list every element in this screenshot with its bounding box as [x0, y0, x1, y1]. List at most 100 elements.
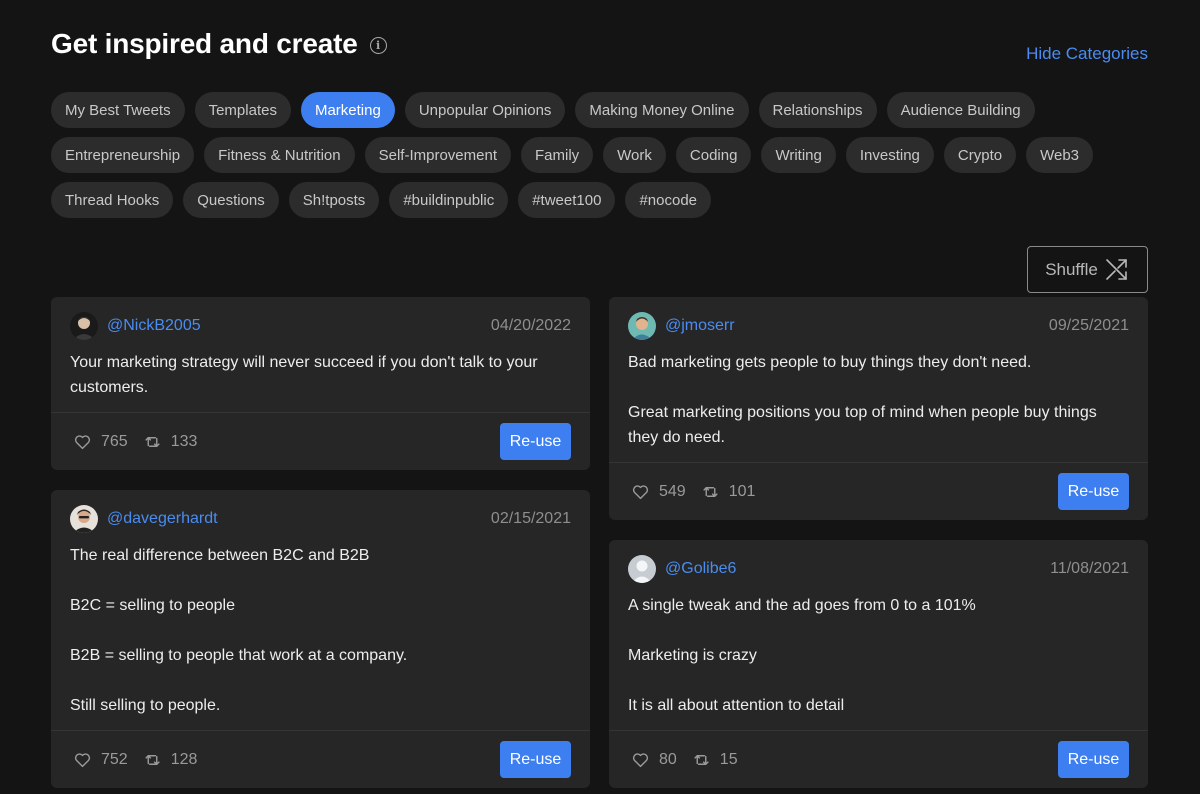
retweet-icon — [144, 752, 171, 768]
category-chip[interactable]: Making Money Online — [575, 92, 749, 128]
tweet-paragraph: B2B = selling to people that work at a c… — [70, 647, 408, 664]
tweet-meta: @davegerhardt 02/15/2021 — [70, 505, 571, 533]
tweet-paragraph — [628, 668, 1129, 693]
heart-icon — [632, 752, 659, 768]
category-chip[interactable]: Audience Building — [886, 92, 1035, 128]
retweet-stat[interactable]: 15 — [693, 751, 738, 769]
tweet-meta: @Golibe6 11/08/2021 — [628, 555, 1129, 583]
shuffle-label: Shuffle — [1045, 259, 1098, 279]
retweet-icon — [144, 434, 171, 450]
tweet-paragraph: A single tweak and the ad goes from 0 to… — [628, 597, 976, 614]
retweet-stat[interactable]: 133 — [144, 432, 198, 451]
retweet-stat[interactable]: 101 — [702, 482, 756, 501]
category-chips: My Best Tweets Templates Marketing Unpopula… — [51, 92, 1151, 218]
tweet-date: 09/25/2021 — [1048, 317, 1129, 334]
tweet-actions: 80 15 Re-use — [609, 730, 1148, 788]
shuffle-button[interactable]: Shuffle — [1027, 246, 1148, 293]
tweet-content: @davegerhardt 02/15/2021 The real differen… — [51, 490, 590, 730]
tweet-handle[interactable]: @Golibe6 — [665, 560, 736, 578]
like-stat[interactable]: 549 — [632, 483, 686, 501]
tweet-actions: 549 101 Re-use — [609, 462, 1148, 520]
tweet-actions: 752 128 Re-use — [51, 730, 590, 788]
category-chip[interactable]: #buildinpublic — [389, 182, 509, 218]
category-chip[interactable]: Templates — [194, 92, 291, 128]
tweet-text: Your marketing strategy will never succe… — [70, 350, 571, 400]
tweet-paragraph — [628, 375, 1129, 400]
tweet-date: 11/08/2021 — [1050, 560, 1129, 577]
tweet-text: A single tweak and the ad goes from 0 to… — [628, 593, 1129, 718]
category-chip[interactable]: Crypto — [943, 137, 1017, 173]
tweet-actions: 765 133 Re-use — [51, 412, 590, 470]
hide-categories-link[interactable]: Hide Categories — [1026, 44, 1148, 64]
tweet-handle[interactable]: @NickB2005 — [107, 317, 201, 335]
category-chip[interactable]: Entrepreneurship — [51, 137, 195, 173]
like-stat[interactable]: 80 — [632, 751, 677, 769]
category-chip[interactable]: Unpopular Opinions — [404, 92, 566, 128]
tweet-card: @davegerhardt 02/15/2021 The real differen… — [51, 490, 590, 788]
tweet-paragraph: It is all about attention to detail — [628, 697, 845, 714]
tweet-handle[interactable]: @davegerhardt — [107, 510, 218, 528]
like-count: 80 — [659, 750, 677, 768]
tweet-paragraph: Bad marketing gets people to buy things … — [628, 354, 1032, 371]
category-chip[interactable]: Family — [521, 137, 594, 173]
tweet-handle[interactable]: @jmoserr — [665, 317, 735, 335]
tweet-column-right: @jmoserr 09/25/2021 Bad marketing gets peo… — [609, 297, 1148, 794]
tweet-date: 02/15/2021 — [490, 510, 571, 527]
tweet-paragraph: Your marketing strategy will never succe… — [70, 354, 538, 396]
tweet-card: @NickB2005 04/20/2022 Your marketing strat… — [51, 297, 590, 470]
like-count: 752 — [101, 750, 128, 768]
tweet-card: @Golibe6 11/08/2021 A single tweak and the… — [609, 540, 1148, 788]
like-stat[interactable]: 752 — [74, 751, 128, 769]
tweet-paragraph: Still selling to people. — [70, 697, 221, 714]
tweet-paragraph — [628, 618, 1129, 643]
retweet-count: 15 — [719, 750, 738, 768]
info-icon[interactable]: i — [369, 36, 387, 54]
retweet-count: 101 — [728, 482, 756, 500]
avatar — [70, 505, 98, 533]
page-header: Get inspired and create i — [51, 28, 387, 60]
tweet-paragraph — [70, 618, 571, 643]
retweet-stat[interactable]: 128 — [144, 750, 198, 769]
category-chip[interactable]: Sh!tposts — [288, 182, 380, 218]
tweet-paragraph — [70, 568, 571, 593]
tweet-content: @jmoserr 09/25/2021 Bad marketing gets peo… — [609, 297, 1148, 462]
category-chip[interactable]: Thread Hooks — [51, 182, 174, 218]
category-chip[interactable]: Work — [603, 137, 666, 173]
category-chip[interactable]: #tweet100 — [518, 182, 616, 218]
category-chip[interactable]: Investing — [845, 137, 934, 173]
avatar — [628, 312, 656, 340]
reuse-button[interactable]: Re-use — [500, 423, 571, 460]
tweet-paragraph: B2C = selling to people — [70, 597, 235, 614]
category-chip[interactable]: Marketing — [300, 92, 395, 128]
like-count: 765 — [101, 432, 128, 450]
heart-icon — [632, 484, 659, 500]
tweet-meta: @NickB2005 04/20/2022 — [70, 312, 571, 340]
tweet-meta: @jmoserr 09/25/2021 — [628, 312, 1129, 340]
retweet-icon — [702, 484, 729, 500]
category-chip[interactable]: Web3 — [1026, 137, 1094, 173]
reuse-button[interactable]: Re-use — [1058, 473, 1129, 510]
tweet-paragraph: Great marketing positions you top of min… — [628, 404, 1097, 446]
category-chip[interactable]: Questions — [183, 182, 279, 218]
tweet-content: @NickB2005 04/20/2022 Your marketing strat… — [51, 297, 590, 412]
like-stat[interactable]: 765 — [74, 433, 128, 451]
avatar — [70, 312, 98, 340]
retweet-count: 128 — [170, 750, 198, 768]
retweet-count: 133 — [170, 432, 198, 450]
tweet-paragraph: The real difference between B2C and B2B — [70, 547, 370, 564]
page-title: Get inspired and create — [51, 28, 358, 59]
reuse-button[interactable]: Re-use — [1058, 741, 1129, 778]
category-chip[interactable]: Self-Improvement — [364, 137, 511, 173]
category-chip[interactable]: Writing — [761, 137, 836, 173]
category-chip[interactable]: Coding — [675, 137, 752, 173]
tweet-text: Bad marketing gets people to buy things … — [628, 350, 1129, 450]
tweet-date: 04/20/2022 — [490, 317, 571, 334]
tweet-paragraph — [70, 668, 571, 693]
category-chip[interactable]: Fitness & Nutrition — [204, 137, 355, 173]
category-chip[interactable]: #nocode — [625, 182, 712, 218]
category-chip[interactable]: Relationships — [758, 92, 877, 128]
reuse-button[interactable]: Re-use — [500, 741, 571, 778]
heart-icon — [74, 752, 101, 768]
category-chip[interactable]: My Best Tweets — [51, 92, 185, 128]
heart-icon — [74, 434, 101, 450]
